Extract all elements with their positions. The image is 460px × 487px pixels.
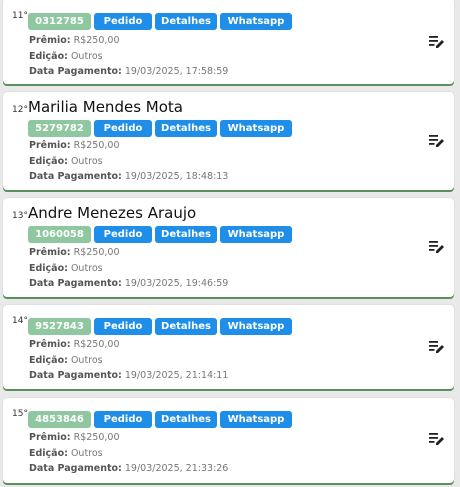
action-buttons: 9527843 Pedido Detalhes Whatsapp	[28, 318, 292, 335]
premio-value: R$250,00	[73, 247, 120, 258]
edicao-row: Edição: Outros	[29, 154, 228, 170]
whatsapp-button[interactable]: Whatsapp	[220, 13, 292, 30]
data-pagamento-label: Data Pagamento:	[29, 463, 122, 474]
pedido-button[interactable]: Pedido	[94, 318, 152, 335]
pedido-button[interactable]: Pedido	[94, 411, 152, 428]
rank-label: 13°	[12, 211, 28, 221]
premio-label: Prêmio:	[29, 140, 71, 151]
edicao-value: Outros	[70, 50, 103, 62]
edicao-value: Outros	[70, 155, 103, 167]
action-buttons: 4853846 Pedido Detalhes Whatsapp	[28, 411, 292, 428]
data-pagamento-row: Data Pagamento: 19/03/2025, 19:46:59	[29, 276, 228, 292]
detalhes-button[interactable]: Detalhes	[155, 120, 217, 137]
edit-note-icon[interactable]	[429, 432, 445, 446]
edit-note-icon[interactable]	[429, 35, 445, 49]
data-pagamento-row: Data Pagamento: 19/03/2025, 18:48:13	[29, 169, 228, 185]
premio-row: Prêmio: R$250,00	[29, 138, 228, 154]
data-pagamento-row: Data Pagamento: 19/03/2025, 17:58:59	[29, 64, 228, 80]
premio-row: Prêmio: R$250,00	[29, 430, 228, 446]
winner-card: 12° Marilia Mendes Mota 5279782 Pedido D…	[3, 92, 454, 190]
edicao-label: Edição:	[29, 262, 68, 274]
detalhes-button[interactable]: Detalhes	[155, 226, 217, 243]
edicao-value: Outros	[70, 447, 103, 459]
premio-label: Prêmio:	[29, 339, 71, 350]
data-pagamento-row: Data Pagamento: 19/03/2025, 21:33:26	[29, 461, 228, 477]
pedido-button[interactable]: Pedido	[94, 120, 152, 137]
edicao-row: Edição: Outros	[29, 49, 228, 65]
edicao-label: Edição:	[29, 50, 68, 62]
ticket-id-badge[interactable]: 4853846	[28, 411, 91, 428]
premio-value: R$250,00	[73, 339, 120, 350]
data-pagamento-value: 19/03/2025, 19:46:59	[124, 278, 229, 289]
winner-card: 14° 9527843 Pedido Detalhes Whatsapp Prê…	[3, 305, 454, 389]
data-pagamento-label: Data Pagamento:	[29, 66, 122, 77]
premio-row: Prêmio: R$250,00	[29, 337, 228, 353]
premio-label: Prêmio:	[29, 35, 71, 46]
edicao-value: Outros	[70, 354, 103, 366]
detalhes-button[interactable]: Detalhes	[155, 318, 217, 335]
winner-card: 15° 4853846 Pedido Detalhes Whatsapp Prê…	[3, 398, 454, 483]
data-pagamento-label: Data Pagamento:	[29, 370, 122, 381]
winner-card: 13° Andre Menezes Araujo 1060058 Pedido …	[3, 198, 454, 297]
card-details: Prêmio: R$250,00 Edição: Outros Data Pag…	[29, 33, 228, 80]
ticket-id-badge[interactable]: 0312785	[28, 13, 91, 30]
card-details: Prêmio: R$250,00 Edição: Outros Data Pag…	[29, 138, 228, 185]
premio-value: R$250,00	[73, 432, 120, 443]
premio-row: Prêmio: R$250,00	[29, 33, 228, 49]
data-pagamento-value: 19/03/2025, 21:14:11	[124, 370, 229, 381]
premio-label: Prêmio:	[29, 247, 71, 258]
whatsapp-button[interactable]: Whatsapp	[220, 226, 292, 243]
action-buttons: 0312785 Pedido Detalhes Whatsapp	[28, 13, 292, 30]
premio-value: R$250,00	[73, 140, 120, 151]
premio-label: Prêmio:	[29, 432, 71, 443]
pedido-button[interactable]: Pedido	[94, 226, 152, 243]
data-pagamento-label: Data Pagamento:	[29, 171, 122, 182]
edicao-row: Edição: Outros	[29, 446, 228, 462]
data-pagamento-value: 19/03/2025, 17:58:59	[124, 66, 229, 77]
edit-note-icon[interactable]	[429, 134, 445, 148]
whatsapp-button[interactable]: Whatsapp	[220, 318, 292, 335]
whatsapp-button[interactable]: Whatsapp	[220, 120, 292, 137]
ticket-id-badge[interactable]: 9527843	[28, 318, 91, 335]
winners-list: 11° 0312785 Pedido Detalhes Whatsapp Prê…	[0, 0, 460, 487]
edicao-label: Edição:	[29, 354, 68, 366]
edicao-value: Outros	[70, 262, 103, 274]
card-details: Prêmio: R$250,00 Edição: Outros Data Pag…	[29, 430, 228, 477]
pedido-button[interactable]: Pedido	[94, 13, 152, 30]
edit-note-icon[interactable]	[429, 240, 445, 254]
winner-name: Marilia Mendes Mota	[28, 98, 183, 116]
data-pagamento-value: 19/03/2025, 18:48:13	[124, 171, 229, 182]
premio-value: R$250,00	[73, 35, 120, 46]
data-pagamento-row: Data Pagamento: 19/03/2025, 21:14:11	[29, 368, 228, 384]
edicao-row: Edição: Outros	[29, 261, 228, 277]
detalhes-button[interactable]: Detalhes	[155, 411, 217, 428]
data-pagamento-label: Data Pagamento:	[29, 278, 122, 289]
data-pagamento-value: 19/03/2025, 21:33:26	[124, 463, 229, 474]
rank-label: 14°	[12, 316, 28, 326]
winner-name: Andre Menezes Araujo	[28, 204, 197, 222]
winner-card: 11° 0312785 Pedido Detalhes Whatsapp Prê…	[3, 0, 454, 84]
edicao-label: Edição:	[29, 447, 68, 459]
premio-row: Prêmio: R$250,00	[29, 245, 228, 261]
edit-note-icon[interactable]	[429, 340, 445, 354]
action-buttons: 1060058 Pedido Detalhes Whatsapp	[28, 226, 292, 243]
rank-label: 11°	[12, 11, 28, 21]
action-buttons: 5279782 Pedido Detalhes Whatsapp	[28, 120, 292, 137]
edicao-row: Edição: Outros	[29, 353, 228, 369]
detalhes-button[interactable]: Detalhes	[155, 13, 217, 30]
rank-label: 15°	[12, 409, 28, 419]
edicao-label: Edição:	[29, 155, 68, 167]
card-details: Prêmio: R$250,00 Edição: Outros Data Pag…	[29, 337, 228, 384]
whatsapp-button[interactable]: Whatsapp	[220, 411, 292, 428]
ticket-id-badge[interactable]: 1060058	[28, 226, 91, 243]
ticket-id-badge[interactable]: 5279782	[28, 120, 91, 137]
card-details: Prêmio: R$250,00 Edição: Outros Data Pag…	[29, 245, 228, 292]
rank-label: 12°	[12, 105, 28, 115]
